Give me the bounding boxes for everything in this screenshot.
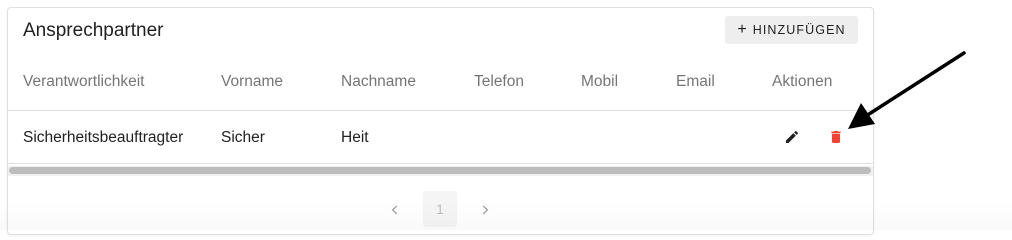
table-row: Sicherheitsbeauftragter Sicher Heit — [8, 111, 873, 164]
next-page-button[interactable] — [475, 200, 495, 220]
pagination: 1 — [8, 190, 873, 228]
page-number-button[interactable]: 1 — [423, 191, 457, 227]
page: Ansprechpartner + HINZUFÜGEN Verantwortl… — [0, 0, 1012, 235]
pencil-icon — [786, 130, 799, 143]
card-title: Ansprechpartner — [23, 20, 164, 41]
column-header-telefon: Telefon — [474, 73, 524, 90]
cell-vorname: Sicher — [221, 129, 265, 146]
contacts-card: Ansprechpartner + HINZUFÜGEN Verantwortl… — [7, 7, 874, 235]
column-header-email: Email — [676, 73, 715, 90]
chevron-left-icon — [391, 205, 398, 215]
delete-button[interactable] — [824, 125, 848, 149]
column-header-aktionen: Aktionen — [772, 73, 833, 90]
cell-nachname: Heit — [341, 129, 369, 146]
plus-icon: + — [737, 21, 747, 38]
cell-verantwortlichkeit: Sicherheitsbeauftragter — [23, 129, 184, 146]
previous-page-button[interactable] — [385, 200, 405, 220]
add-contact-label: HINZUFÜGEN — [752, 23, 846, 37]
table-header: Verantwortlichkeit Vorname Nachname Tele… — [8, 66, 873, 111]
column-header-vorname: Vorname — [221, 73, 284, 90]
column-header-mobil: Mobil — [581, 73, 619, 90]
trash-icon — [831, 131, 841, 143]
edit-button[interactable] — [780, 125, 804, 149]
scrollbar-thumb[interactable] — [9, 167, 871, 174]
column-header-verantwortlichkeit: Verantwortlichkeit — [23, 73, 145, 90]
chevron-right-icon — [482, 205, 489, 215]
horizontal-scrollbar[interactable] — [8, 166, 873, 176]
add-contact-button[interactable]: + HINZUFÜGEN — [725, 16, 858, 44]
column-header-nachname: Nachname — [341, 73, 416, 90]
